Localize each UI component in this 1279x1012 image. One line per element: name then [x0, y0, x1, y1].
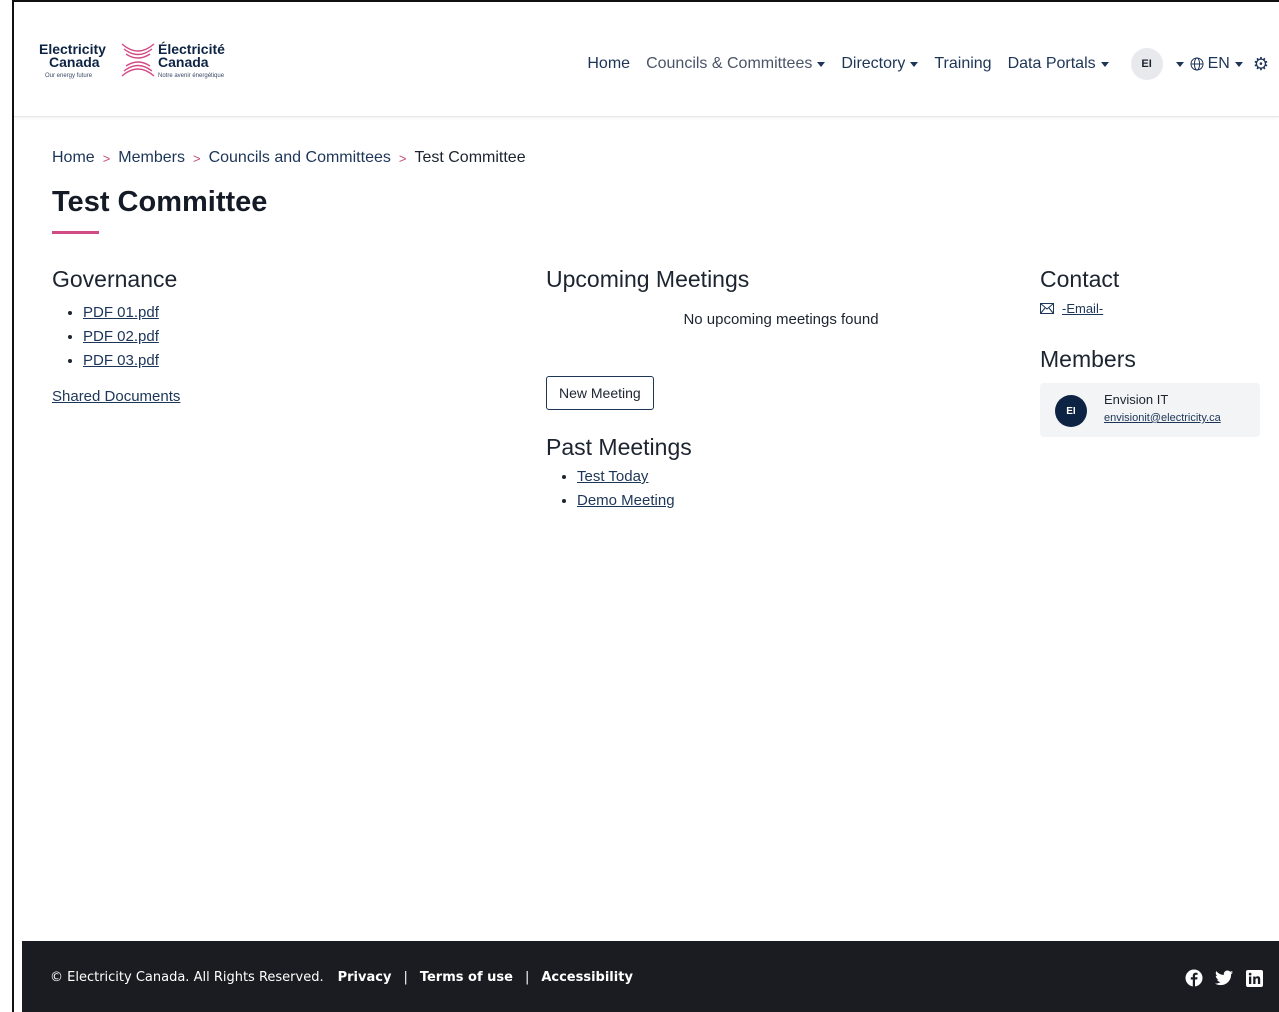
site-footer: © Electricity Canada. All Rights Reserve…: [22, 941, 1279, 1012]
shared-documents-link[interactable]: Shared Documents: [52, 388, 180, 405]
logo-name-fr-2: Canada: [158, 54, 209, 70]
member-email-link[interactable]: envisionit@electricity.ca: [1104, 412, 1221, 424]
footer-separator: |: [524, 970, 530, 985]
caret-down-icon: [1234, 61, 1243, 67]
nav-directory-label: Directory: [841, 55, 906, 72]
members-heading: Members: [1040, 346, 1136, 372]
title-underline: [52, 231, 99, 234]
past-meetings-heading: Past Meetings: [546, 434, 692, 460]
upcoming-meetings-heading: Upcoming Meetings: [546, 266, 750, 292]
twitter-icon[interactable]: [1215, 969, 1233, 987]
facebook-icon[interactable]: [1185, 969, 1203, 987]
breadcrumb-separator: >: [398, 150, 407, 166]
meetings-section: Upcoming Meetings No upcoming meetings f…: [546, 266, 1016, 513]
language-label: EN: [1207, 55, 1230, 72]
breadcrumb-separator: >: [102, 150, 111, 166]
nav-data-portals-label: Data Portals: [1007, 55, 1096, 72]
breadcrumb: Home > Members > Councils and Committees…: [52, 149, 526, 167]
contact-email: -Email-: [1040, 301, 1265, 316]
governance-section: Governance PDF 01.pdf PDF 02.pdf PDF 03.…: [52, 266, 492, 406]
caret-down-icon: [910, 61, 919, 67]
past-meeting-link[interactable]: Demo Meeting: [577, 492, 675, 509]
electricity-canada-logo[interactable]: Electricity Canada Our energy future Éle…: [38, 42, 238, 88]
terms-link[interactable]: Terms of use: [420, 970, 513, 985]
linkedin-icon[interactable]: [1245, 969, 1263, 987]
main-nav: Home Councils & Committees Directory Tra…: [587, 48, 1269, 80]
footer-separator: |: [403, 970, 408, 985]
logo-name-en-2: Canada: [49, 54, 100, 70]
logo-tagline-en: Our energy future: [45, 73, 93, 79]
document-link[interactable]: PDF 03.pdf: [83, 352, 159, 369]
nav-data-portals[interactable]: Data Portals: [1008, 55, 1109, 73]
accessibility-link[interactable]: Accessibility: [541, 970, 633, 985]
breadcrumb-current: Test Committee: [414, 149, 526, 166]
governance-document-list: PDF 01.pdf PDF 02.pdf PDF 03.pdf: [52, 301, 492, 373]
no-upcoming-meetings-text: No upcoming meetings found: [683, 311, 879, 328]
member-name: Envision IT: [1104, 392, 1169, 407]
caret-down-icon: [817, 61, 826, 67]
nav-home[interactable]: Home: [587, 55, 630, 73]
breadcrumb-separator: >: [192, 150, 201, 166]
list-item: PDF 03.pdf: [83, 349, 492, 373]
gear-icon: ⚙: [1252, 53, 1269, 74]
avatar: EI: [1055, 395, 1087, 427]
new-meeting-button[interactable]: New Meeting: [546, 376, 654, 410]
contact-heading: Contact: [1040, 266, 1120, 292]
site-header: Electricity Canada Our energy future Éle…: [14, 2, 1279, 117]
member-card: EI Envision IT envisionit@electricity.ca: [1040, 383, 1260, 437]
logo-tagline-fr: Notre avenir énergétique: [158, 73, 225, 79]
globe-icon: [1190, 57, 1204, 71]
logo-mark-icon: [121, 43, 155, 77]
user-avatar: EI: [1130, 48, 1163, 80]
nav-training[interactable]: Training: [934, 55, 991, 73]
document-link[interactable]: PDF 01.pdf: [83, 304, 159, 321]
caret-down-icon: [1175, 61, 1184, 67]
governance-heading: Governance: [52, 266, 178, 292]
user-menu[interactable]: EI: [1130, 48, 1184, 80]
past-meetings-list: Test Today Demo Meeting: [546, 465, 1016, 513]
contact-section: Contact -Email- Members EI Envision IT e…: [1040, 266, 1265, 437]
settings-button[interactable]: ⚙: [1253, 54, 1269, 75]
list-item: Test Today: [577, 465, 1016, 489]
privacy-link[interactable]: Privacy: [338, 970, 392, 985]
list-item: Demo Meeting: [577, 489, 1016, 513]
mail-icon: [1040, 303, 1054, 314]
past-meeting-link[interactable]: Test Today: [577, 468, 648, 485]
language-selector[interactable]: EN: [1190, 55, 1243, 73]
nav-councils-committees[interactable]: Councils & Committees: [646, 55, 826, 73]
footer-links: © Electricity Canada. All Rights Reserve…: [50, 970, 633, 985]
contact-email-link[interactable]: -Email-: [1062, 301, 1103, 316]
breadcrumb-home[interactable]: Home: [52, 149, 95, 167]
social-links: [1173, 969, 1263, 987]
breadcrumb-councils[interactable]: Councils and Committees: [209, 149, 391, 167]
nav-directory[interactable]: Directory: [841, 55, 919, 73]
page-title: Test Committee: [52, 186, 268, 218]
breadcrumb-members[interactable]: Members: [118, 149, 185, 167]
nav-councils-label: Councils & Committees: [646, 55, 813, 72]
window-border-left: [12, 0, 14, 1012]
document-link[interactable]: PDF 02.pdf: [83, 328, 159, 345]
list-item: PDF 01.pdf: [83, 301, 492, 325]
caret-down-icon: [1100, 61, 1109, 67]
list-item: PDF 02.pdf: [83, 325, 492, 349]
copyright-text: © Electricity Canada. All Rights Reserve…: [50, 970, 324, 985]
